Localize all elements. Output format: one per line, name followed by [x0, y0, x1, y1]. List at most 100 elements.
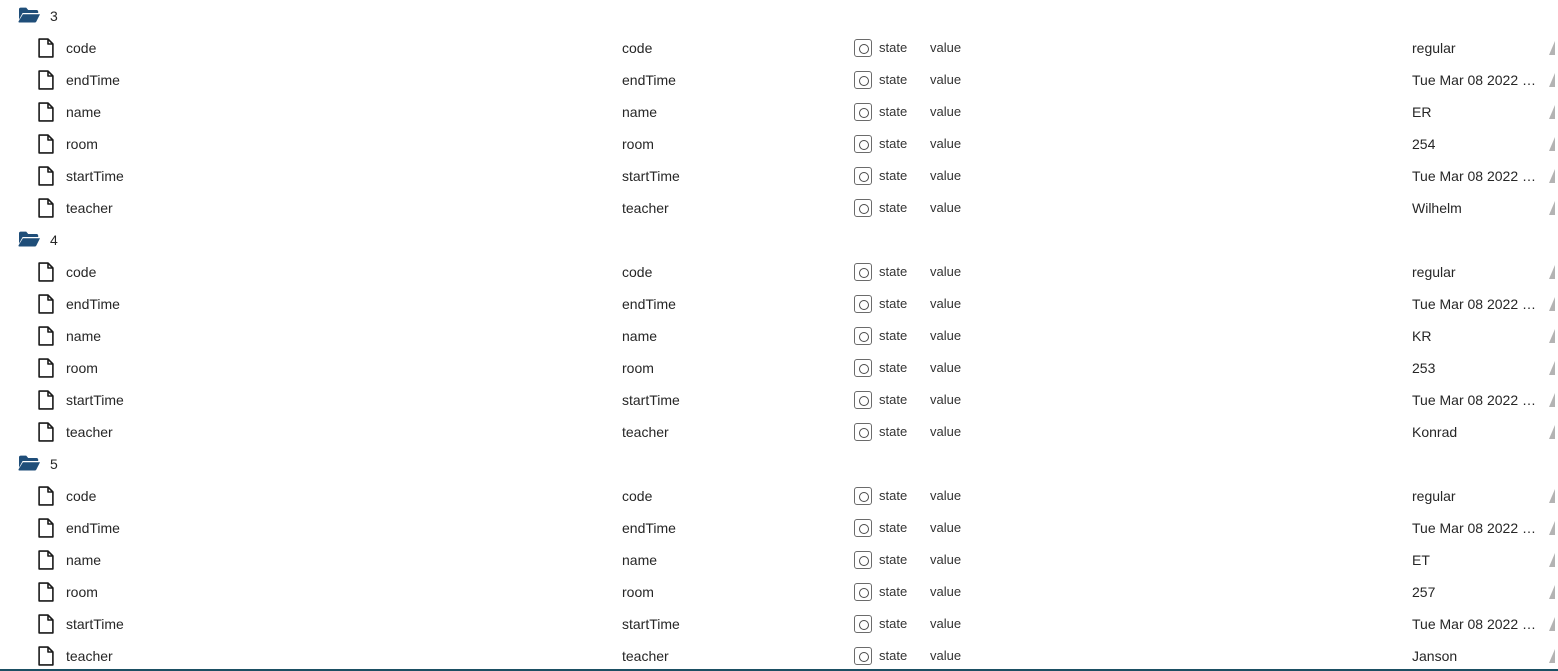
- property-name: startTime: [66, 616, 124, 632]
- property-key: name: [622, 104, 658, 120]
- resize-handle-icon[interactable]: [1549, 73, 1555, 87]
- tree-leaf-row-code[interactable]: code code state value regular: [0, 256, 1558, 288]
- property-value: KR: [1412, 328, 1432, 344]
- tree-leaf-row-startTime[interactable]: startTime startTime state value Tue Mar …: [0, 608, 1558, 640]
- state-radio-icon[interactable]: [854, 199, 872, 217]
- resize-handle-icon[interactable]: [1549, 201, 1555, 215]
- tree-leaf-row-startTime[interactable]: startTime startTime state value Tue Mar …: [0, 160, 1558, 192]
- state-radio-icon[interactable]: [854, 551, 872, 569]
- state-radio-icon[interactable]: [854, 71, 872, 89]
- file-icon: [38, 582, 54, 602]
- property-value: ET: [1412, 552, 1430, 568]
- value-label: value: [930, 296, 962, 311]
- resize-handle-icon[interactable]: [1549, 521, 1555, 535]
- state-label: state: [879, 168, 908, 183]
- state-radio-icon[interactable]: [854, 327, 872, 345]
- resize-handle-icon[interactable]: [1549, 105, 1555, 119]
- value-label: value: [930, 136, 962, 151]
- state-radio-icon[interactable]: [854, 295, 872, 313]
- tree-leaf-row-endTime[interactable]: endTime endTime state value Tue Mar 08 2…: [0, 288, 1558, 320]
- tree-leaf-row-code[interactable]: code code state value regular: [0, 480, 1558, 512]
- resize-handle-icon[interactable]: [1549, 425, 1555, 439]
- file-icon: [38, 38, 54, 58]
- property-value: 257: [1412, 584, 1436, 600]
- property-name: name: [66, 104, 102, 120]
- resize-handle-icon[interactable]: [1549, 329, 1555, 343]
- state-radio-icon[interactable]: [854, 487, 872, 505]
- state-label: state: [879, 72, 908, 87]
- value-label: value: [930, 392, 962, 407]
- tree-leaf-row-room[interactable]: room room state value 254: [0, 128, 1558, 160]
- property-key: endTime: [622, 520, 676, 536]
- state-radio-icon[interactable]: [854, 615, 872, 633]
- tree-leaf-row-room[interactable]: room room state value 257: [0, 576, 1558, 608]
- property-value: Tue Mar 08 2022 …: [1412, 616, 1536, 632]
- file-icon: [38, 262, 54, 282]
- state-radio-icon[interactable]: [854, 391, 872, 409]
- property-value: Tue Mar 08 2022 …: [1412, 520, 1536, 536]
- tree-leaf-row-teacher[interactable]: teacher teacher state value Janson: [0, 640, 1558, 669]
- property-name: room: [66, 584, 98, 600]
- state-label: state: [879, 136, 908, 151]
- state-radio-icon[interactable]: [854, 39, 872, 57]
- property-key: room: [622, 136, 654, 152]
- tree-leaf-row-teacher[interactable]: teacher teacher state value Wilhelm: [0, 192, 1558, 224]
- tree-leaf-row-name[interactable]: name name state value ET: [0, 544, 1558, 576]
- property-key: startTime: [622, 616, 680, 632]
- property-name: teacher: [66, 648, 113, 664]
- resize-handle-icon[interactable]: [1549, 585, 1555, 599]
- tree-leaf-row-endTime[interactable]: endTime endTime state value Tue Mar 08 2…: [0, 512, 1558, 544]
- state-radio-icon[interactable]: [854, 167, 872, 185]
- tree-leaf-row-code[interactable]: code code state value regular: [0, 32, 1558, 64]
- state-label: state: [879, 296, 908, 311]
- value-label: value: [930, 488, 962, 503]
- resize-handle-icon[interactable]: [1549, 617, 1555, 631]
- tree-leaf-row-room[interactable]: room room state value 253: [0, 352, 1558, 384]
- resize-handle-icon[interactable]: [1549, 489, 1555, 503]
- property-value: Tue Mar 08 2022 …: [1412, 392, 1536, 408]
- tree-leaf-row-teacher[interactable]: teacher teacher state value Konrad: [0, 416, 1558, 448]
- property-key: name: [622, 328, 658, 344]
- resize-handle-icon[interactable]: [1549, 137, 1555, 151]
- property-name: startTime: [66, 392, 124, 408]
- tree-leaf-row-name[interactable]: name name state value ER: [0, 96, 1558, 128]
- tree-group-row-5[interactable]: 5: [0, 448, 1558, 480]
- state-label: state: [879, 392, 908, 407]
- file-icon: [38, 518, 54, 538]
- resize-handle-icon[interactable]: [1549, 41, 1555, 55]
- value-label: value: [930, 648, 962, 663]
- tree-leaf-row-startTime[interactable]: startTime startTime state value Tue Mar …: [0, 384, 1558, 416]
- state-label: state: [879, 200, 908, 215]
- resize-handle-icon[interactable]: [1549, 265, 1555, 279]
- state-radio-icon[interactable]: [854, 135, 872, 153]
- resize-handle-icon[interactable]: [1549, 297, 1555, 311]
- file-icon: [38, 134, 54, 154]
- property-value: Tue Mar 08 2022 …: [1412, 168, 1536, 184]
- state-label: state: [879, 360, 908, 375]
- state-radio-icon[interactable]: [854, 263, 872, 281]
- tree-leaf-row-endTime[interactable]: endTime endTime state value Tue Mar 08 2…: [0, 64, 1558, 96]
- resize-handle-icon[interactable]: [1549, 649, 1555, 663]
- property-key: room: [622, 360, 654, 376]
- tree-leaf-row-name[interactable]: name name state value KR: [0, 320, 1558, 352]
- resize-handle-icon[interactable]: [1549, 169, 1555, 183]
- state-label: state: [879, 520, 908, 535]
- state-label: state: [879, 40, 908, 55]
- file-icon: [38, 550, 54, 570]
- file-icon: [38, 294, 54, 314]
- resize-handle-icon[interactable]: [1549, 393, 1555, 407]
- state-radio-icon[interactable]: [854, 647, 872, 665]
- state-label: state: [879, 616, 908, 631]
- tree-group-row-3[interactable]: 3: [0, 0, 1558, 32]
- property-name: endTime: [66, 520, 120, 536]
- resize-handle-icon[interactable]: [1549, 361, 1555, 375]
- resize-handle-icon[interactable]: [1549, 553, 1555, 567]
- state-radio-icon[interactable]: [854, 359, 872, 377]
- state-radio-icon[interactable]: [854, 103, 872, 121]
- state-radio-icon[interactable]: [854, 519, 872, 537]
- state-radio-icon[interactable]: [854, 583, 872, 601]
- state-label: state: [879, 488, 908, 503]
- tree-group-row-4[interactable]: 4: [0, 224, 1558, 256]
- value-label: value: [930, 360, 962, 375]
- state-radio-icon[interactable]: [854, 423, 872, 441]
